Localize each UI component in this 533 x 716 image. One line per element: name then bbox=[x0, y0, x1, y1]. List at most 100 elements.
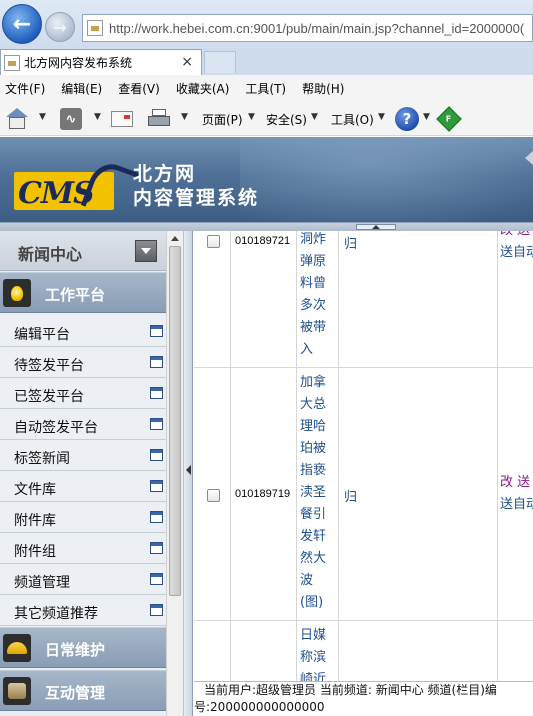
window-icon bbox=[150, 480, 163, 492]
forward-button[interactable]: → bbox=[45, 12, 75, 42]
news-title-link[interactable]: 加拿 大总 理哈 珀被 指亵 渎圣 餐引 发轩 然大 波 (图) bbox=[300, 372, 330, 614]
rss-feed-icon[interactable]: ∿ bbox=[60, 108, 82, 130]
menu-file[interactable]: 文件(F) bbox=[5, 80, 45, 97]
sidebar: 新闻中心 工作平台 编辑平台 待签发平台 已签发平台 自动签发平台 标签新闻 文… bbox=[0, 231, 166, 716]
tools-menu-button[interactable]: 工具(O) bbox=[331, 111, 374, 128]
row-checkbox[interactable] bbox=[207, 235, 220, 248]
sidebar-item-other-channel-recommend[interactable]: 其它频道推荐 bbox=[0, 595, 166, 626]
brand-name: 北方网 bbox=[133, 163, 197, 185]
sidebar-item-pending-publish[interactable]: 待签发平台 bbox=[0, 347, 166, 378]
window-icon bbox=[150, 449, 163, 461]
favorite-site-icon[interactable]: F bbox=[436, 106, 462, 132]
safety-menu-button[interactable]: 安全(S) bbox=[266, 111, 307, 128]
print-icon[interactable] bbox=[148, 108, 170, 130]
system-name: 内容管理系统 bbox=[133, 187, 260, 209]
address-bar-row: ← → http://work.hebei.com.cn:9001/pub/ma… bbox=[0, 0, 533, 48]
sidebar-item-channel-management[interactable]: 频道管理 bbox=[0, 564, 166, 595]
read-mail-icon[interactable] bbox=[111, 111, 133, 127]
table-row: 010189719 加拿 大总 理哈 珀被 指亵 渎圣 餐引 发轩 然大 波 (… bbox=[194, 368, 533, 621]
home-dropdown-icon[interactable]: ▼ bbox=[39, 112, 46, 122]
category-link[interactable]: 归 bbox=[344, 233, 357, 252]
new-tab-button[interactable] bbox=[204, 51, 236, 73]
sidebar-group-daily-maintenance[interactable]: 日常维护 bbox=[0, 627, 166, 668]
tools-dropdown-icon[interactable]: ▼ bbox=[378, 112, 385, 122]
auto-send-link[interactable]: 送自动 bbox=[500, 242, 533, 264]
news-id: 010189719 bbox=[235, 488, 291, 500]
command-bar: ▼ ∿ ▼ ▼ 页面(P) ▼ 安全(S) ▼ 工具(O) ▼ ? ▼ F bbox=[0, 102, 533, 136]
sidebar-group-work-platform[interactable]: 工作平台 bbox=[0, 272, 166, 313]
current-user-info: 当前用户:超级管理员 当前频道: 新闻中心 频道(栏目)编 bbox=[204, 683, 497, 697]
sidebar-item-label: 待签发平台 bbox=[14, 358, 84, 374]
menu-edit[interactable]: 编辑(E) bbox=[61, 80, 102, 97]
tab-bar: 北方网内容发布系统 × bbox=[0, 48, 533, 75]
window-icon bbox=[150, 325, 163, 337]
sidebar-item-label: 标签新闻 bbox=[14, 451, 70, 467]
back-button[interactable]: ← bbox=[2, 4, 42, 44]
sidebar-item-label: 已签发平台 bbox=[14, 389, 84, 405]
home-icon[interactable] bbox=[6, 108, 28, 130]
sidebar-group-interaction[interactable]: 互动管理 bbox=[0, 670, 166, 711]
help-icon[interactable]: ? bbox=[395, 107, 419, 131]
row-checkbox[interactable] bbox=[207, 489, 220, 502]
sidebar-item-label: 文件库 bbox=[14, 482, 56, 498]
page-favicon-icon bbox=[87, 20, 103, 36]
sidebar-item-label: 其它频道推荐 bbox=[14, 606, 98, 622]
window-icon bbox=[150, 573, 163, 585]
tab-close-icon[interactable]: × bbox=[181, 54, 193, 70]
sidebar-header: 新闻中心 bbox=[0, 231, 166, 271]
sidebar-item-edit-platform[interactable]: 编辑平台 bbox=[0, 316, 166, 347]
status-bar: 当前用户:超级管理员 当前频道: 新闻中心 频道(栏目)编 号:20000000… bbox=[194, 681, 533, 716]
safety-dropdown-icon[interactable]: ▼ bbox=[311, 112, 318, 122]
window-icon bbox=[150, 511, 163, 523]
edit-send-link[interactable]: 改 送 bbox=[500, 231, 533, 242]
sidebar-item-published[interactable]: 已签发平台 bbox=[0, 378, 166, 409]
sidebar-splitter[interactable] bbox=[183, 231, 193, 716]
collapse-left-icon[interactable] bbox=[186, 465, 191, 475]
url-field[interactable]: http://work.hebei.com.cn:9001/pub/main/m… bbox=[82, 14, 533, 42]
channel-number: 号:200000000000000 bbox=[194, 700, 325, 714]
cms-banner: CMS 北方网 内容管理系统 bbox=[0, 137, 533, 222]
page-dropdown-icon[interactable]: ▼ bbox=[248, 112, 255, 122]
menu-view[interactable]: 查看(V) bbox=[118, 80, 160, 97]
menu-favorites[interactable]: 收藏夹(A) bbox=[176, 80, 230, 97]
table-row: 010189721 洞炸 弹原 料曾 多次 被带 入 归 改 送 送自动 bbox=[194, 231, 533, 368]
interaction-icon bbox=[3, 677, 31, 705]
forward-arrow-icon: → bbox=[53, 17, 67, 37]
auto-send-link[interactable]: 送自动 bbox=[500, 494, 533, 516]
helmet-icon bbox=[3, 634, 31, 662]
scroll-up-icon[interactable] bbox=[171, 236, 179, 241]
lightbulb-icon bbox=[3, 279, 31, 307]
header-splitter[interactable] bbox=[0, 222, 533, 231]
news-table: 010189721 洞炸 弹原 料曾 多次 被带 入 归 改 送 送自动 010… bbox=[194, 231, 533, 716]
edit-send-link[interactable]: 改 送 bbox=[500, 472, 533, 494]
page-menu-button[interactable]: 页面(P) bbox=[202, 111, 243, 128]
collapse-up-icon[interactable] bbox=[356, 224, 396, 230]
menu-help[interactable]: 帮助(H) bbox=[302, 80, 344, 97]
sidebar-item-attachment-group[interactable]: 附件组 bbox=[0, 533, 166, 564]
news-title-link[interactable]: 洞炸 弹原 料曾 多次 被带 入 bbox=[300, 231, 330, 361]
print-dropdown-icon[interactable]: ▼ bbox=[181, 112, 188, 122]
sidebar-item-tag-news[interactable]: 标签新闻 bbox=[0, 440, 166, 471]
help-dropdown-icon[interactable]: ▼ bbox=[423, 112, 430, 122]
sidebar-item-label: 附件组 bbox=[14, 544, 56, 560]
sidebar-item-label: 编辑平台 bbox=[14, 327, 70, 343]
menu-tools[interactable]: 工具(T) bbox=[245, 80, 286, 97]
window-icon bbox=[150, 542, 163, 554]
window-icon bbox=[150, 387, 163, 399]
window-icon bbox=[150, 604, 163, 616]
news-id: 010189721 bbox=[235, 235, 291, 247]
collapse-header-arrow-icon[interactable] bbox=[525, 151, 533, 165]
sidebar-group-label: 工作平台 bbox=[45, 286, 106, 304]
sidebar-item-attachment-library[interactable]: 附件库 bbox=[0, 502, 166, 533]
tab-active[interactable]: 北方网内容发布系统 × bbox=[0, 49, 202, 75]
sidebar-title: 新闻中心 bbox=[18, 245, 83, 264]
sidebar-dropdown-button[interactable] bbox=[135, 240, 157, 262]
window-icon bbox=[150, 418, 163, 430]
sidebar-group-label: 互动管理 bbox=[45, 684, 106, 702]
rss-dropdown-icon[interactable]: ▼ bbox=[94, 112, 101, 122]
sidebar-item-auto-publish[interactable]: 自动签发平台 bbox=[0, 409, 166, 440]
scrollbar-thumb[interactable] bbox=[169, 246, 181, 596]
category-link[interactable]: 归 bbox=[344, 486, 357, 505]
sidebar-item-file-library[interactable]: 文件库 bbox=[0, 471, 166, 502]
sidebar-scrollbar[interactable] bbox=[166, 231, 183, 716]
